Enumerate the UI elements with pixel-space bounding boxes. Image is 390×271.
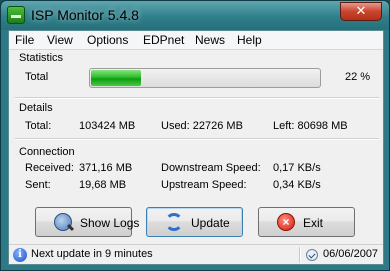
close-button[interactable]: ✕ [340, 2, 382, 21]
details-left: Left: 80698 MB [273, 120, 348, 132]
received-value: 371,16 MB [79, 162, 133, 174]
info-icon: i [13, 248, 27, 262]
total-label: Total [25, 71, 49, 83]
calendar-icon [306, 249, 318, 261]
status-message: Next update in 9 minutes [31, 248, 153, 260]
exit-icon: × [277, 213, 295, 231]
details-group-label: Details [19, 102, 53, 114]
window-title: ISP Monitor 5.4.8 [31, 7, 139, 23]
usage-percent: 22 % [345, 71, 371, 83]
downstream-label: Downstream Speed: [161, 162, 261, 174]
update-label: Update [191, 216, 230, 230]
magnifier-icon [54, 213, 72, 231]
details-total-label: Total: [25, 120, 52, 132]
statistics-group-label: Statistics [19, 52, 64, 64]
menu-view[interactable]: View [47, 33, 73, 47]
usage-progress-fill [91, 70, 141, 86]
status-date: 06/06/2007 [323, 248, 379, 260]
status-bar: i Next update in 9 minutes 06/06/2007 [9, 244, 383, 264]
app-window: ISP Monitor 5.4.8 ✕ File View Options ED… [0, 0, 390, 271]
refresh-icon [165, 213, 183, 231]
menu-options[interactable]: Options [87, 33, 128, 47]
show-logs-label: Show Logs [80, 216, 140, 230]
divider [15, 138, 379, 140]
sent-label: Sent: [25, 179, 51, 191]
exit-label: Exit [303, 216, 324, 230]
menu-bar: File View Options EDPnet News Help [9, 31, 383, 50]
status-divider [299, 247, 301, 263]
menu-news[interactable]: News [195, 33, 225, 47]
menu-file[interactable]: File [15, 33, 34, 47]
usage-progress-bar [89, 68, 321, 88]
downstream-value: 0,17 KB/s [273, 162, 321, 174]
received-label: Received: [25, 162, 74, 174]
update-button[interactable]: Update [146, 207, 243, 237]
app-icon [7, 6, 25, 24]
title-bar[interactable]: ISP Monitor 5.4.8 ✕ [1, 1, 389, 30]
divider [15, 97, 379, 99]
upstream-label: Upstream Speed: [161, 179, 247, 191]
details-total-value: 103424 MB [79, 120, 136, 132]
menu-help[interactable]: Help [237, 33, 262, 47]
connection-group-label: Connection [19, 146, 75, 158]
upstream-value: 0,34 KB/s [273, 179, 321, 191]
exit-button[interactable]: × Exit [258, 207, 355, 237]
details-used: Used: 22726 MB [161, 120, 243, 132]
menu-edpnet[interactable]: EDPnet [143, 33, 184, 47]
show-logs-button[interactable]: Show Logs [35, 207, 139, 237]
client-area: File View Options EDPnet News Help Stati… [8, 30, 384, 265]
sent-value: 19,68 MB [79, 179, 127, 191]
